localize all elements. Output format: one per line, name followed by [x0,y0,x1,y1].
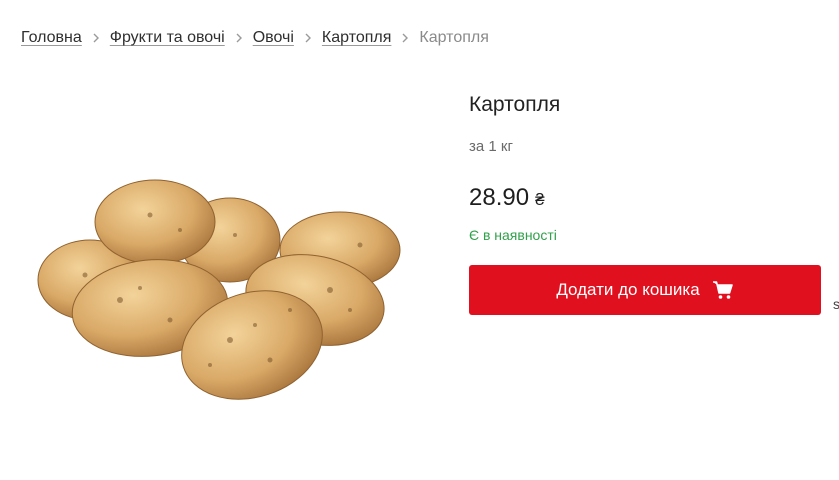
currency-symbol: ₴ [535,190,545,209]
breadcrumb: Головна Фрукти та овочі Овочі Картопля К… [21,29,489,47]
add-to-cart-button[interactable]: Додати до кошика [469,265,821,315]
breadcrumb-item-potatoes-category[interactable]: Картопля [322,29,391,47]
chevron-right-icon [391,29,419,47]
breadcrumb-item-home[interactable]: Головна [21,29,82,47]
offscreen-text-fragment: s [833,296,839,312]
stock-status: Є в наявності [469,227,557,243]
breadcrumb-item-fruits-vegetables[interactable]: Фрукти та овочі [110,29,225,47]
product-price: 28.90 ₴ [469,184,545,212]
price-value: 28.90 [469,184,530,211]
product-title: Картопля [469,93,561,116]
product-image [37,179,401,400]
chevron-right-icon [82,29,110,47]
breadcrumb-item-vegetables[interactable]: Овочі [253,29,294,47]
chevron-right-icon [294,29,322,47]
product-unit: за 1 кг [469,138,513,155]
add-to-cart-label: Додати до кошика [556,280,700,299]
cart-icon [712,281,733,299]
chevron-right-icon [225,29,253,47]
breadcrumb-item-current: Картопля [419,29,489,46]
